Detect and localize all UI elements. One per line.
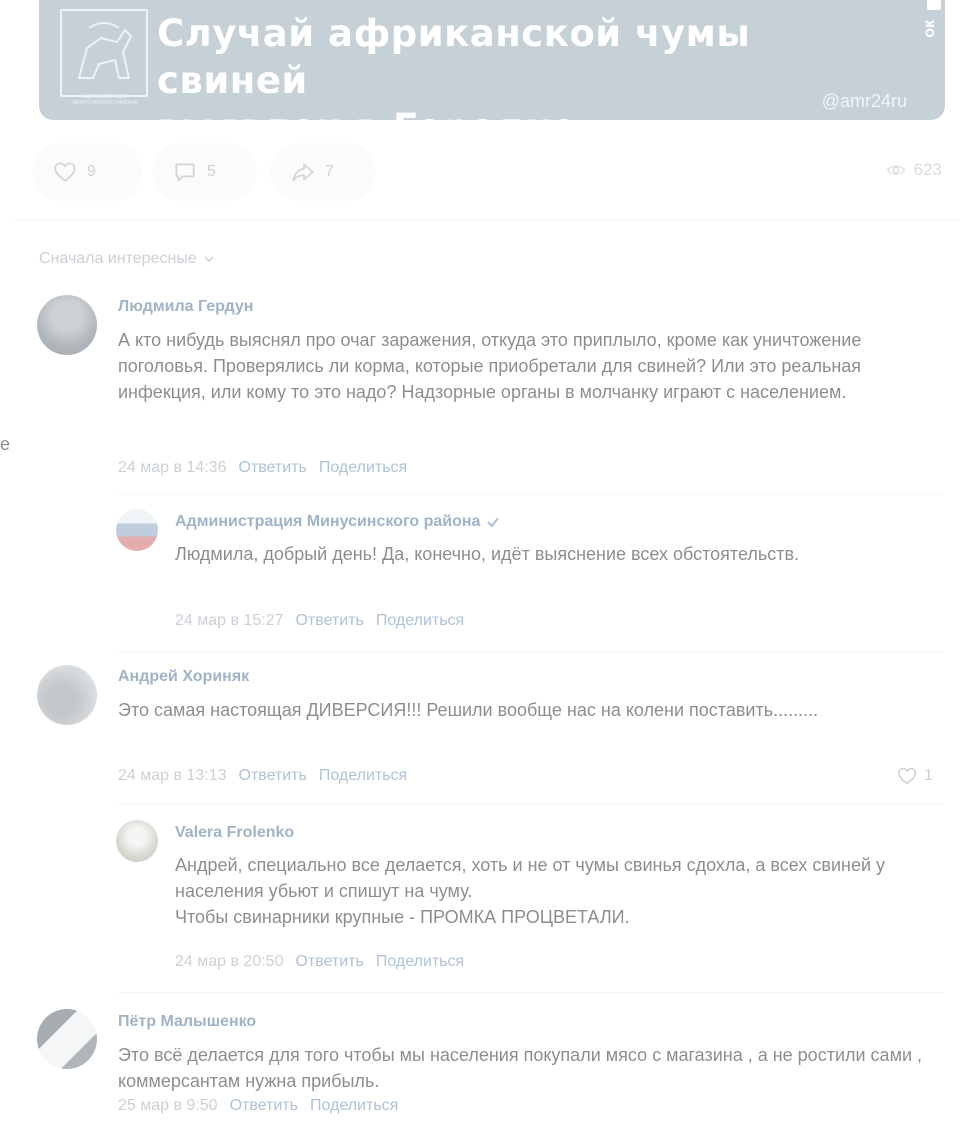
- share-link[interactable]: Поделиться: [319, 459, 407, 477]
- comment-text: Это всё делается для того чтобы мы насел…: [118, 1045, 922, 1091]
- post-actions: 9 5 7 623: [32, 143, 944, 201]
- views-counter: 623: [886, 160, 942, 180]
- comment-meta: 24 мар в 13:13 Ответить Поделиться: [118, 767, 407, 785]
- banner-title-line2: выявлен в Городке: [157, 104, 857, 120]
- comment-text: Это самая настоящая ДИВЕРСИЯ!!! Решили в…: [118, 700, 819, 720]
- like-button[interactable]: 9: [32, 143, 142, 201]
- like-count: 9: [87, 163, 96, 180]
- divider: [10, 220, 960, 221]
- reply-link[interactable]: Ответить: [230, 1097, 298, 1115]
- comment-author[interactable]: Андрей Хориняк: [118, 668, 249, 686]
- comment-text: Людмила, добрый день! Да, конечно, идёт …: [175, 544, 800, 564]
- share-link[interactable]: Поделиться: [376, 612, 464, 630]
- comment-author[interactable]: Администрация Минусинского района: [175, 513, 500, 531]
- share-link[interactable]: Поделиться: [319, 767, 407, 785]
- reply-link[interactable]: Ответить: [295, 953, 363, 971]
- heart-icon: [54, 162, 76, 182]
- banner-title: Случай африканской чумы свиней выявлен в…: [157, 10, 857, 120]
- post-image[interactable]: АДМИНИСТРАЦИЯ МИНУСИНСКОГО РАЙОНА Случай…: [39, 0, 945, 120]
- comment-separator: [118, 804, 944, 805]
- comment-date[interactable]: 25 мар в 9:50: [118, 1097, 218, 1115]
- comment-date[interactable]: 24 мар в 13:13: [118, 767, 226, 785]
- views-count: 623: [913, 160, 942, 179]
- comment-meta: 25 мар в 9:50 Ответить Поделиться: [118, 1097, 398, 1115]
- comment-author[interactable]: Valera Frolenko: [175, 824, 294, 842]
- heart-icon: [898, 767, 916, 785]
- avatar[interactable]: [116, 820, 158, 862]
- avatar[interactable]: [37, 665, 97, 725]
- comment-text: А кто нибудь выяснял про очаг заражения,…: [118, 330, 862, 402]
- comment-count: 5: [207, 163, 216, 180]
- comment-author-name: Администрация Минусинского района: [175, 513, 481, 530]
- comment-author[interactable]: Людмила Гердун: [118, 298, 253, 316]
- comment-meta: 24 мар в 20:50 Ответить Поделиться: [175, 953, 464, 971]
- avatar[interactable]: [37, 295, 97, 355]
- banner-side-marker: [927, 0, 941, 10]
- comment-like-count: 1: [924, 767, 933, 784]
- share-link[interactable]: Поделиться: [310, 1097, 398, 1115]
- reply-link[interactable]: Ответить: [295, 612, 363, 630]
- comment-icon: [175, 163, 195, 182]
- edge-text-fragment: е: [0, 434, 11, 454]
- comment-separator: [118, 651, 944, 652]
- share-count: 7: [325, 163, 334, 180]
- comment-button[interactable]: 5: [152, 143, 257, 201]
- eye-icon: [886, 165, 905, 175]
- reply-link[interactable]: Ответить: [238, 767, 306, 785]
- comment-date[interactable]: 24 мар в 15:27: [175, 612, 283, 630]
- verified-check-icon: [487, 517, 500, 528]
- comment-date[interactable]: 24 мар в 14:36: [118, 459, 226, 477]
- comment-separator: [118, 494, 944, 495]
- sort-dropdown[interactable]: Сначала интересные: [39, 250, 215, 268]
- logo-caption: АДМИНИСТРАЦИЯ МИНУСИНСКОГО РАЙОНА: [72, 94, 138, 106]
- avatar[interactable]: [116, 509, 158, 551]
- comment-separator: [118, 992, 944, 993]
- reply-link[interactable]: Ответить: [238, 459, 306, 477]
- chevron-down-icon: [204, 256, 214, 263]
- share-button[interactable]: 7: [270, 143, 376, 201]
- comment-text: Андрей, специально все делается, хоть и …: [175, 855, 886, 927]
- comment-like-button[interactable]: 1: [896, 765, 933, 787]
- avatar[interactable]: [37, 1009, 97, 1069]
- banner-side-text: ок: [921, 20, 938, 38]
- share-arrow-icon: [292, 163, 314, 182]
- sort-label: Сначала интересные: [39, 250, 197, 267]
- comment-date[interactable]: 24 мар в 20:50: [175, 953, 283, 971]
- comment-meta: 24 мар в 15:27 Ответить Поделиться: [175, 612, 464, 630]
- banner-title-line1: Случай африканской чумы свиней: [157, 12, 751, 102]
- banner-handle: @amr24ru: [821, 91, 907, 111]
- comment-meta: 24 мар в 14:36 Ответить Поделиться: [118, 459, 407, 477]
- share-link[interactable]: Поделиться: [376, 953, 464, 971]
- comment-author[interactable]: Пётр Малышенко: [118, 1013, 256, 1031]
